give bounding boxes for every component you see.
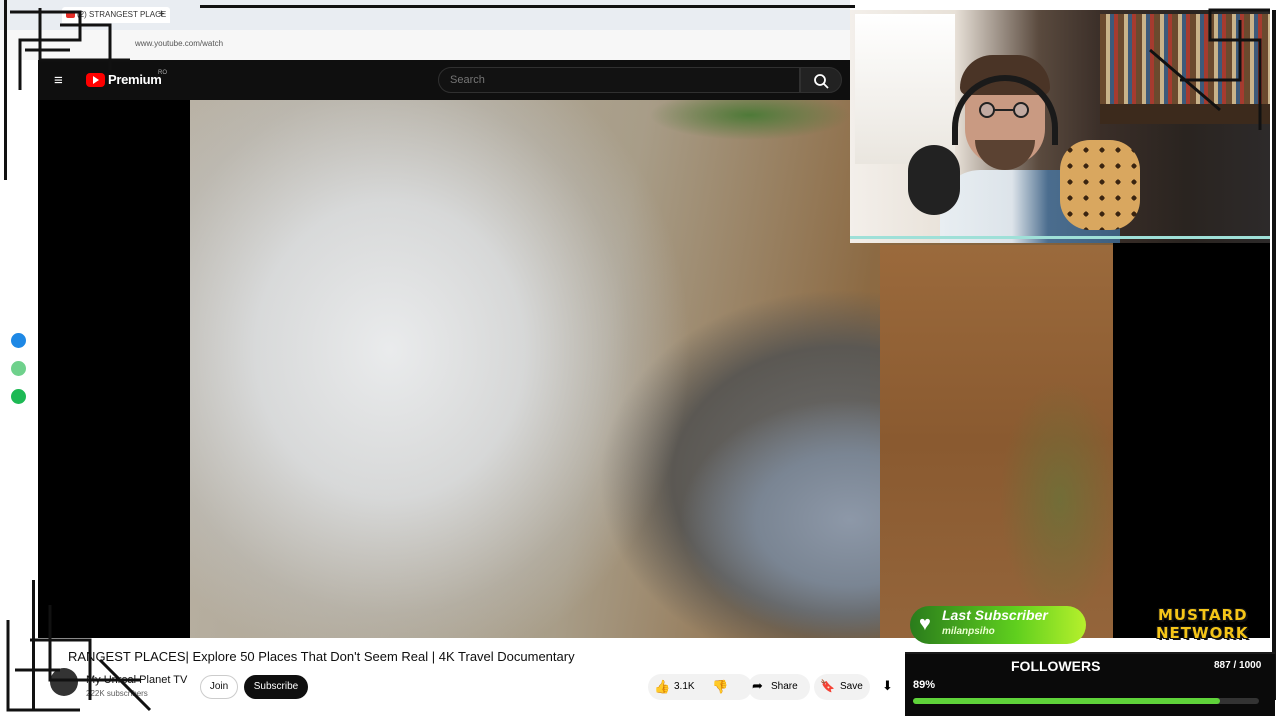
webcam-window-light xyxy=(855,14,955,164)
search-input[interactable] xyxy=(438,67,800,93)
share-label[interactable]: Share xyxy=(771,681,798,692)
streamer-chair-cushion xyxy=(1060,140,1140,230)
heart-icon: ♥ xyxy=(919,613,931,635)
search-button[interactable] xyxy=(800,67,842,93)
download-icon[interactable]: ⬇ xyxy=(882,678,893,694)
join-button[interactable]: Join xyxy=(200,675,238,699)
spotify-icon[interactable] xyxy=(11,389,26,404)
thumbs-up-icon[interactable]: 👍 xyxy=(654,679,670,695)
last-subscriber-title: Last Subscriber xyxy=(942,607,1048,623)
frame-corner-bottom-left xyxy=(6,605,152,712)
like-count[interactable]: 3.1K xyxy=(674,681,695,692)
microphone-icon xyxy=(908,145,960,215)
last-subscriber-name: milanpsiho xyxy=(942,626,995,637)
thumbs-down-icon[interactable]: 👎 xyxy=(712,679,728,695)
followers-count: 887 / 1000 xyxy=(1214,660,1262,671)
subscribe-button[interactable]: Subscribe xyxy=(244,675,308,699)
followers-percent: 89% xyxy=(913,679,936,691)
save-label[interactable]: Save xyxy=(840,681,863,692)
video-steam-cloud xyxy=(190,100,710,638)
frame-corner-top-left xyxy=(10,8,130,90)
brand-logo-line2: NETWORK xyxy=(1156,624,1249,642)
whatsapp-icon[interactable] xyxy=(11,361,26,376)
messenger-icon[interactable] xyxy=(11,333,26,348)
webcam-border-line xyxy=(850,236,1270,239)
frame-line-top xyxy=(200,5,855,8)
search-icon xyxy=(814,74,829,89)
bookmark-icon[interactable]: 🔖 xyxy=(820,679,835,693)
share-arrow-icon[interactable]: ➦ xyxy=(752,678,763,694)
frame-corner-top-right xyxy=(1149,8,1270,130)
followers-progress-fill xyxy=(913,698,1220,704)
brand-logo-line1: MUSTARD xyxy=(1158,606,1248,624)
followers-title: FOLLOWERS xyxy=(1011,658,1101,674)
video-rim-vegetation xyxy=(1000,380,1113,620)
